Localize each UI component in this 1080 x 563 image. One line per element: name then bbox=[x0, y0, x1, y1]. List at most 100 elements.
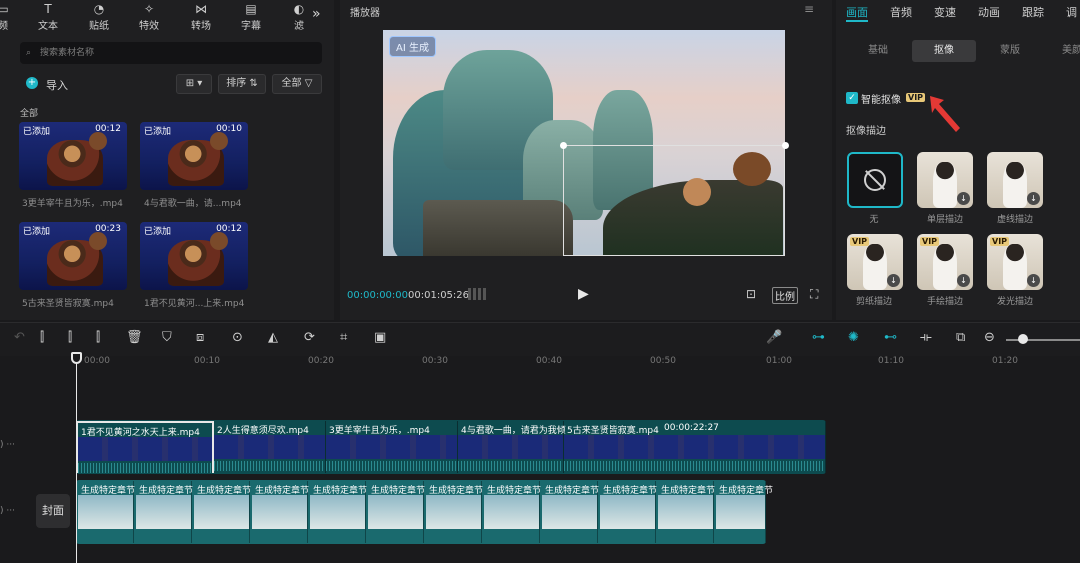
resize-handle[interactable] bbox=[782, 142, 789, 149]
cover-button[interactable]: 封面 bbox=[36, 494, 70, 528]
overlay-clip[interactable]: 生成特定章节 bbox=[194, 481, 251, 543]
view-mode-button[interactable]: ⊞ ▾ bbox=[176, 74, 212, 94]
vip-badge: VIP bbox=[990, 237, 1010, 246]
tab-audio[interactable]: 音频 bbox=[890, 4, 912, 20]
replay-icon[interactable]: ⊙ bbox=[232, 330, 243, 345]
video-clip[interactable]: 2人生得意须尽欢.mp4 bbox=[214, 421, 326, 473]
clip-thumbnail bbox=[368, 495, 423, 529]
import-button[interactable]: 导入 bbox=[46, 77, 68, 93]
video-clip-selected[interactable]: 1君不见黄河之水天上来.mp4 bbox=[76, 421, 214, 473]
linkage-icon[interactable]: ⊷ bbox=[884, 330, 897, 345]
subtab-cutout[interactable]: 抠像 bbox=[912, 40, 976, 62]
stroke-option-papercut[interactable]: VIP ↓ bbox=[847, 234, 903, 290]
mirror-icon[interactable]: ◭ bbox=[268, 330, 278, 345]
media-clip[interactable]: 已添加 00:12 bbox=[140, 222, 248, 290]
resize-handle[interactable] bbox=[560, 142, 567, 149]
delete-icon[interactable]: 🗑 bbox=[126, 330, 143, 345]
overlay-clip[interactable]: 生成特定章节 bbox=[252, 481, 309, 543]
tab-animation[interactable]: 动画 bbox=[978, 4, 1000, 20]
menu-icon[interactable]: ≡ bbox=[804, 2, 814, 16]
overlay-clip[interactable]: 生成特定章节 bbox=[368, 481, 425, 543]
text-tab[interactable]: T 文本 bbox=[25, 2, 71, 32]
overlay-clip[interactable]: 生成特定章节 bbox=[716, 481, 773, 543]
auto-snap-icon[interactable]: ✺ bbox=[848, 330, 859, 345]
shield-icon[interactable]: ⛉ bbox=[162, 330, 172, 345]
overlay-clip[interactable]: 生成特定章节 bbox=[484, 481, 541, 543]
media-clip[interactable]: 已添加 00:10 bbox=[140, 122, 248, 190]
media-clip[interactable]: 已添加 00:12 bbox=[19, 122, 127, 190]
effects-tab[interactable]: ✧ 特效 bbox=[126, 2, 172, 32]
stroke-option-handdrawn[interactable]: VIP ↓ bbox=[917, 234, 973, 290]
split-icon[interactable]: ⫿ bbox=[40, 330, 44, 345]
video-clip[interactable]: 4与君歌一曲，请君为我倾 bbox=[458, 421, 566, 473]
media-clip[interactable]: 已添加 00:23 bbox=[19, 222, 127, 290]
zoom-fit-icon[interactable]: ⊡ bbox=[746, 287, 756, 301]
filter-all-button[interactable]: 全部 ▽ bbox=[272, 74, 322, 94]
split-right-icon[interactable]: ⫿ bbox=[96, 330, 100, 345]
ratio-button[interactable]: 比例 bbox=[772, 287, 798, 304]
more-tools-button[interactable]: » bbox=[312, 6, 321, 22]
download-icon[interactable]: ↓ bbox=[1027, 274, 1040, 287]
overlay-clip[interactable]: 生成特定章节 bbox=[600, 481, 657, 543]
fullscreen-icon[interactable]: ⛶ bbox=[810, 287, 818, 302]
tab-speed[interactable]: 变速 bbox=[934, 4, 956, 20]
person-thumbnail bbox=[1003, 162, 1027, 208]
caption-tab[interactable]: ▤ 字幕 bbox=[228, 2, 274, 32]
vip-badge: VIP bbox=[850, 237, 870, 246]
freeze-icon[interactable]: ⧈ bbox=[196, 330, 204, 345]
overlay-clip[interactable]: 生成特定章节 bbox=[78, 481, 135, 543]
overlay-clip[interactable]: 生成特定章节 bbox=[658, 481, 715, 543]
download-icon[interactable]: ↓ bbox=[957, 274, 970, 287]
preview-axis-icon[interactable]: ⟛ bbox=[920, 330, 932, 345]
playhead-handle[interactable] bbox=[71, 352, 82, 364]
option-label: 单层描边 bbox=[926, 215, 963, 225]
clip-thumbnail bbox=[310, 495, 365, 529]
tab-tracking[interactable]: 跟踪 bbox=[1022, 4, 1044, 20]
stroke-option-single[interactable]: ↓ bbox=[917, 152, 973, 208]
media-icon: ▭ bbox=[0, 2, 9, 16]
stroke-option-glow[interactable]: VIP ↓ bbox=[987, 234, 1043, 290]
image-edit-icon[interactable]: ▣ bbox=[374, 330, 386, 345]
main-track-magnet-icon[interactable]: ⊶ bbox=[812, 330, 825, 345]
play-icon[interactable]: ▶ bbox=[578, 286, 589, 302]
subtab-basic[interactable]: 基础 bbox=[846, 40, 910, 62]
subtab-mask[interactable]: 蒙版 bbox=[978, 40, 1042, 62]
media-tab[interactable]: ▭ 频 bbox=[0, 2, 26, 32]
sticker-tab[interactable]: ◔ 贴纸 bbox=[76, 2, 122, 32]
overlay-clip[interactable]: 生成特定章节 bbox=[136, 481, 193, 543]
zoom-slider-thumb[interactable] bbox=[1018, 334, 1028, 344]
rotate-icon[interactable]: ⟳ bbox=[304, 330, 315, 345]
screenshot-icon[interactable]: ⧉ bbox=[956, 330, 965, 345]
split-left-icon[interactable]: ⫿ bbox=[68, 330, 72, 345]
sort-button[interactable]: 排序 ⇅ bbox=[218, 74, 266, 94]
download-icon[interactable]: ↓ bbox=[887, 274, 900, 287]
zoom-out-icon[interactable]: ⊖ bbox=[984, 330, 995, 345]
tab-adjust[interactable]: 调 bbox=[1066, 4, 1077, 20]
download-icon[interactable]: ↓ bbox=[957, 192, 970, 205]
selection-box[interactable] bbox=[563, 145, 785, 256]
tab-picture[interactable]: 画面 bbox=[846, 4, 868, 20]
stroke-option-dashed[interactable]: ↓ bbox=[987, 152, 1043, 208]
smart-cutout-label: 智能抠像 bbox=[861, 95, 901, 106]
search-input[interactable]: ⌕ 搜索素材名称 bbox=[20, 42, 322, 64]
ruler-tick: 01:00 bbox=[766, 356, 792, 366]
track-controls[interactable]: ) ··· bbox=[0, 440, 15, 450]
import-plus-icon[interactable]: + bbox=[26, 77, 38, 89]
overlay-clip[interactable]: 生成特定章节 bbox=[426, 481, 483, 543]
playhead[interactable] bbox=[76, 355, 77, 563]
transition-tab[interactable]: ⋈ 转场 bbox=[178, 2, 224, 32]
track-controls[interactable]: ) ··· bbox=[0, 506, 15, 516]
clip-thumbnails bbox=[78, 437, 212, 461]
video-clip[interactable]: 5古来圣贤皆寂寞.mp4 00:00:22:27 bbox=[564, 421, 826, 473]
download-icon[interactable]: ↓ bbox=[1027, 192, 1040, 205]
video-clip[interactable]: 3更羊宰牛且为乐，.mp4 bbox=[326, 421, 458, 473]
timeline-mini-icon[interactable] bbox=[468, 288, 488, 300]
microphone-icon[interactable]: 🎤 bbox=[766, 330, 782, 345]
crop-icon[interactable]: ⌗ bbox=[340, 330, 347, 345]
undo-icon[interactable]: ↶ bbox=[14, 330, 25, 345]
stroke-option-none[interactable] bbox=[847, 152, 903, 208]
overlay-clip[interactable]: 生成特定章节 bbox=[310, 481, 367, 543]
smart-cutout-checkbox[interactable]: ✓ bbox=[846, 92, 858, 104]
overlay-clip[interactable]: 生成特定章节 bbox=[542, 481, 599, 543]
subtab-beauty[interactable]: 美颜 bbox=[1040, 40, 1080, 62]
